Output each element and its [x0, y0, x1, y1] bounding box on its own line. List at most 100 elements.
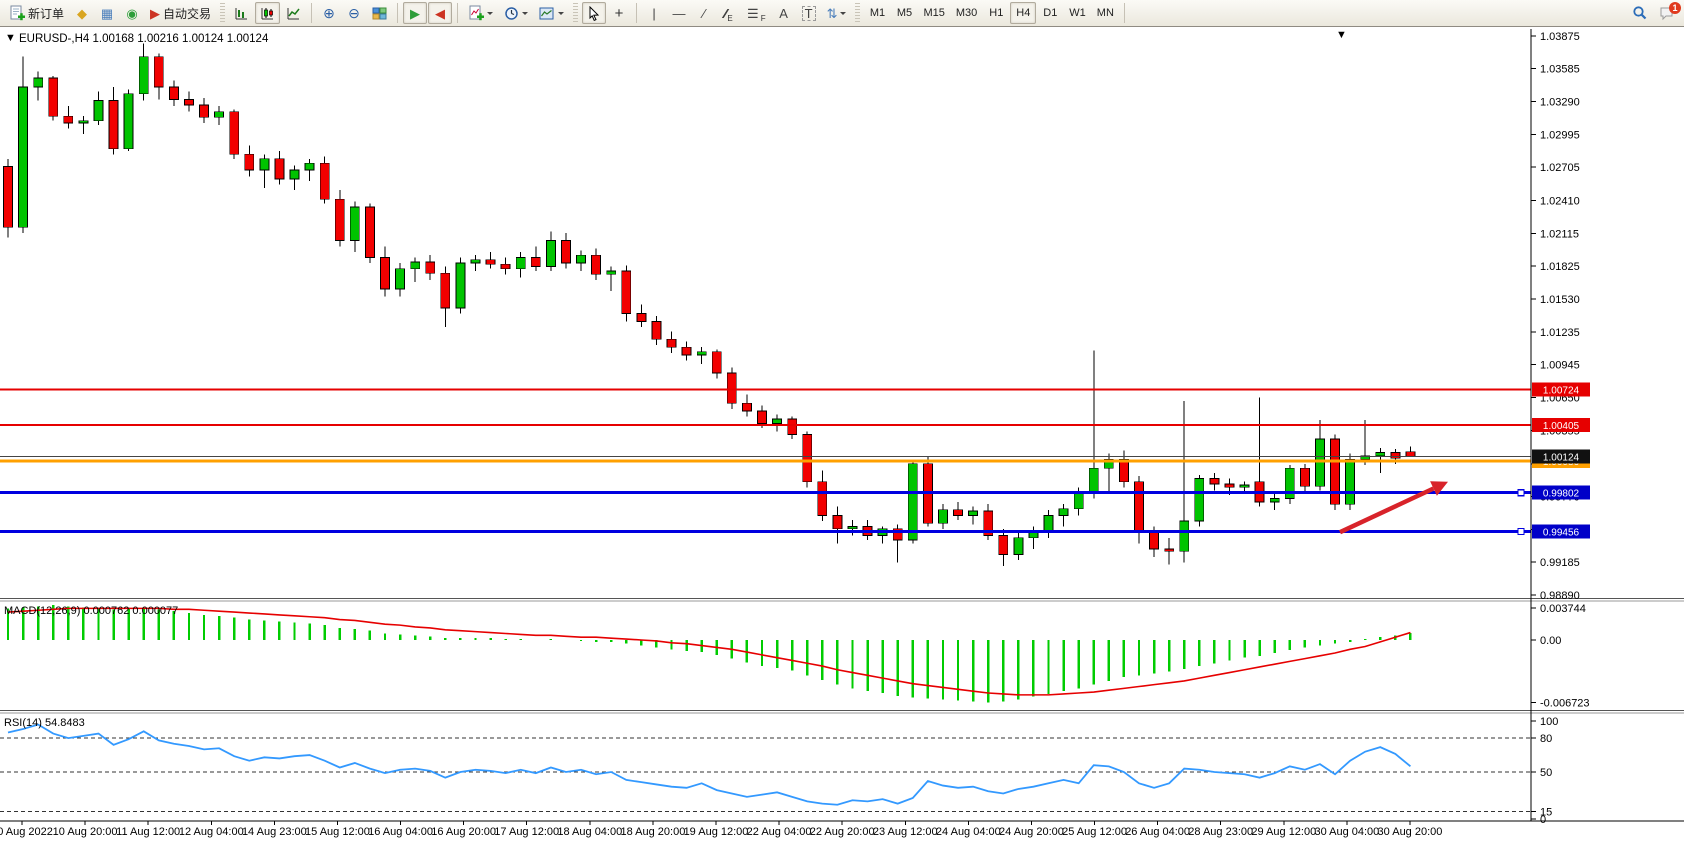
candle	[682, 347, 691, 355]
templates-button[interactable]	[534, 2, 569, 24]
candle	[154, 57, 163, 87]
toolbar-separator	[397, 3, 398, 23]
candle	[1195, 478, 1204, 521]
new-chart-button[interactable]: ◆	[70, 2, 94, 24]
profiles-icon: ▦	[101, 7, 113, 20]
trendline-button[interactable]: ∕	[692, 2, 716, 24]
timeframe-button-m1[interactable]: M1	[864, 2, 890, 24]
candle	[1135, 482, 1144, 532]
text-label-icon: T	[802, 6, 816, 21]
toolbar-grip[interactable]	[573, 3, 578, 23]
chart-canvas[interactable]: 1.038751.035851.032901.029951.027051.024…	[0, 27, 1684, 840]
candle	[742, 403, 751, 411]
text-label-button[interactable]: T	[797, 2, 821, 24]
price-axis-label: 1.02705	[1540, 162, 1580, 174]
candle	[622, 271, 631, 314]
channel-sub-label: E	[727, 14, 732, 23]
candle	[667, 339, 676, 347]
candle	[139, 57, 148, 94]
line-handle[interactable]	[1518, 490, 1524, 496]
timeframe-button-w1[interactable]: W1	[1064, 2, 1091, 24]
candle	[561, 241, 570, 263]
line-handle[interactable]	[1518, 529, 1524, 535]
equidistant-channel-button[interactable]: ∕∕ E	[717, 2, 741, 24]
horizontal-line-icon: —	[673, 7, 686, 20]
candle	[637, 314, 646, 322]
time-axis-label: 24 Aug 20:00	[999, 826, 1064, 838]
candle	[1300, 468, 1309, 486]
candle	[49, 78, 58, 116]
notifications-button[interactable]: 1	[1654, 2, 1680, 24]
time-axis-label: 29 Aug 12:00	[1251, 826, 1316, 838]
line-chart-icon	[286, 6, 301, 21]
candle	[109, 100, 118, 148]
price-axis-label: 1.02410	[1540, 195, 1580, 207]
candle	[94, 100, 103, 120]
auto-scroll-button[interactable]: ▶	[403, 2, 427, 24]
search-button[interactable]	[1627, 2, 1653, 24]
cursor-button[interactable]	[582, 2, 606, 24]
candle	[335, 199, 344, 240]
bar-chart-button[interactable]	[229, 2, 254, 24]
candle	[260, 159, 269, 170]
toolbar-separator	[636, 3, 637, 23]
timeframe-button-h1[interactable]: H1	[983, 2, 1009, 24]
time-axis-label: 17 Aug 12:00	[494, 826, 559, 838]
auto-trading-button[interactable]: ▶ 自动交易	[145, 2, 216, 24]
crosshair-button[interactable]: +	[607, 2, 631, 24]
timeframe-button-m30[interactable]: M30	[951, 2, 982, 24]
candle	[516, 257, 525, 268]
toolbar-grip[interactable]	[855, 3, 860, 23]
candle	[381, 257, 390, 288]
timeframe-button-h4[interactable]: H4	[1010, 2, 1036, 24]
price-axis-label: 0.98890	[1540, 590, 1580, 602]
candlestick-chart-button[interactable]	[255, 2, 280, 24]
price-line-label: 1.00405	[1543, 421, 1580, 432]
candle	[350, 207, 359, 241]
candle	[938, 510, 947, 523]
toolbar-grip[interactable]	[220, 3, 225, 23]
tile-windows-button[interactable]	[367, 2, 392, 24]
time-axis-label: 28 Aug 23:00	[1188, 826, 1253, 838]
time-axis-label: 22 Aug 20:00	[810, 826, 875, 838]
fibonacci-button[interactable]: ☰ F	[742, 2, 771, 24]
candle	[758, 411, 767, 423]
candle	[411, 262, 420, 269]
auto-scroll-icon: ▶	[410, 7, 420, 20]
line-chart-button[interactable]	[281, 2, 306, 24]
candle	[818, 482, 827, 516]
one-click-trading-toggle[interactable]: ▼	[5, 32, 16, 44]
candle	[184, 99, 193, 105]
vertical-line-icon: |	[652, 7, 655, 20]
timeframe-button-d1[interactable]: D1	[1037, 2, 1063, 24]
time-axis-label: 30 Aug 04:00	[1314, 826, 1379, 838]
zoom-in-button[interactable]: ⊕	[317, 2, 341, 24]
candle	[999, 536, 1008, 555]
candle	[607, 271, 616, 274]
chart-shift-button[interactable]: ◀	[428, 2, 452, 24]
new-order-button[interactable]: 新订单	[4, 2, 69, 24]
candle	[1406, 452, 1415, 457]
timeframe-button-mn[interactable]: MN	[1092, 2, 1119, 24]
candle	[456, 263, 465, 308]
price-axis-label: 1.00945	[1540, 360, 1580, 372]
time-axis-label: 26 Aug 04:00	[1125, 826, 1190, 838]
text-button[interactable]: A	[772, 2, 796, 24]
timeframe-button-m5[interactable]: M5	[891, 2, 917, 24]
periods-button[interactable]	[499, 2, 533, 24]
signals-button[interactable]: ◉	[120, 2, 144, 24]
candle	[501, 264, 510, 268]
timeframe-button-m15[interactable]: M15	[918, 2, 949, 24]
indicators-button[interactable]	[463, 2, 498, 24]
chart-shift-marker[interactable]: ▼	[1336, 29, 1347, 41]
horizontal-line-button[interactable]: —	[667, 2, 691, 24]
candle	[471, 260, 480, 263]
candle	[1315, 439, 1324, 486]
profiles-button[interactable]: ▦	[95, 2, 119, 24]
price-axis-label: 1.01825	[1540, 261, 1580, 273]
vertical-line-button[interactable]: |	[642, 2, 666, 24]
chart-window[interactable]: 1.038751.035851.032901.029951.027051.024…	[0, 27, 1684, 840]
zoom-out-button[interactable]: ⊖	[342, 2, 366, 24]
arrows-button[interactable]: ⇅	[822, 2, 852, 24]
time-axis-label: 16 Aug 20:00	[431, 826, 496, 838]
